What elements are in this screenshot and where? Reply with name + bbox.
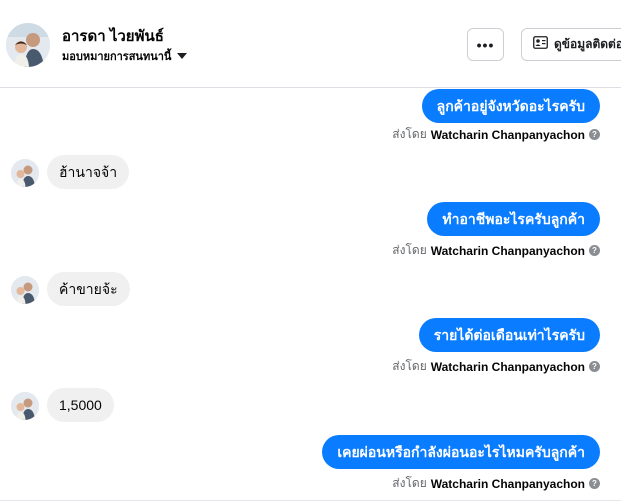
- message-thread[interactable]: ลูกค้าอยู่จังหวัดอะไรครับ ส่งโดย Watchar…: [0, 89, 621, 501]
- view-contact-button[interactable]: ดูข้อมูลติดต่อ: [521, 28, 621, 61]
- sent-by-prefix: ส่งโดย: [392, 127, 427, 141]
- sender-name: Watcharin Chanpanyachon: [430, 127, 585, 142]
- sent-by-prefix: ส่งโดย: [392, 476, 427, 490]
- help-circle-icon[interactable]: ?: [589, 129, 600, 140]
- sent-by-prefix: ส่งโดย: [392, 243, 427, 257]
- outgoing-message[interactable]: ลูกค้าอยู่จังหวัดอะไรครับ: [421, 89, 600, 123]
- avatar[interactable]: [11, 159, 39, 187]
- incoming-message[interactable]: ค้าขายจ้ะ: [47, 272, 130, 306]
- sent-by-line: ส่งโดย Watcharin Chanpanyachon ?: [392, 474, 600, 493]
- outgoing-message[interactable]: รายได้ต่อเดือนเท่าไรครับ: [418, 318, 600, 352]
- caret-down-icon: [177, 53, 188, 59]
- sent-by-line: ส่งโดย Watcharin Chanpanyachon ?: [392, 357, 600, 376]
- bottom-divider: [0, 500, 621, 501]
- sender-name: Watcharin Chanpanyachon: [430, 476, 585, 491]
- sent-by-line: ส่งโดย Watcharin Chanpanyachon ?: [392, 125, 600, 144]
- sender-name: Watcharin Chanpanyachon: [430, 243, 585, 258]
- assign-label: มอบหมายการสนทนานี้: [62, 51, 172, 63]
- view-contact-label: ดูข้อมูลติดต่อ: [554, 37, 621, 51]
- avatar[interactable]: [11, 392, 39, 420]
- help-circle-icon[interactable]: ?: [589, 361, 600, 372]
- avatar[interactable]: [6, 23, 50, 67]
- more-dots-icon: •••: [476, 36, 495, 53]
- contact-name: อารดา ไวยพันธ์: [62, 28, 164, 45]
- incoming-message[interactable]: 1,5000: [47, 388, 114, 422]
- assign-conversation-dropdown[interactable]: มอบหมายการสนทนานี้: [62, 47, 188, 65]
- outgoing-message[interactable]: เคยผ่อนหรือกำลังผ่อนอะไรไหมครับลูกค้า: [322, 435, 600, 469]
- contact-card-icon: [533, 35, 548, 54]
- more-options-button[interactable]: •••: [467, 28, 504, 61]
- help-circle-icon[interactable]: ?: [589, 478, 600, 489]
- help-circle-icon[interactable]: ?: [589, 245, 600, 256]
- sender-name: Watcharin Chanpanyachon: [430, 359, 585, 374]
- outgoing-message[interactable]: ทำอาชีพอะไรครับลูกค้า: [427, 202, 600, 236]
- incoming-message[interactable]: ฮ้านาจจ้า: [47, 155, 130, 189]
- conversation-header: อารดา ไวยพันธ์ มอบหมายการสนทนานี้ ••• ดู…: [0, 0, 621, 88]
- sent-by-line: ส่งโดย Watcharin Chanpanyachon ?: [392, 241, 600, 260]
- avatar[interactable]: [11, 276, 39, 304]
- sent-by-prefix: ส่งโดย: [392, 359, 427, 373]
